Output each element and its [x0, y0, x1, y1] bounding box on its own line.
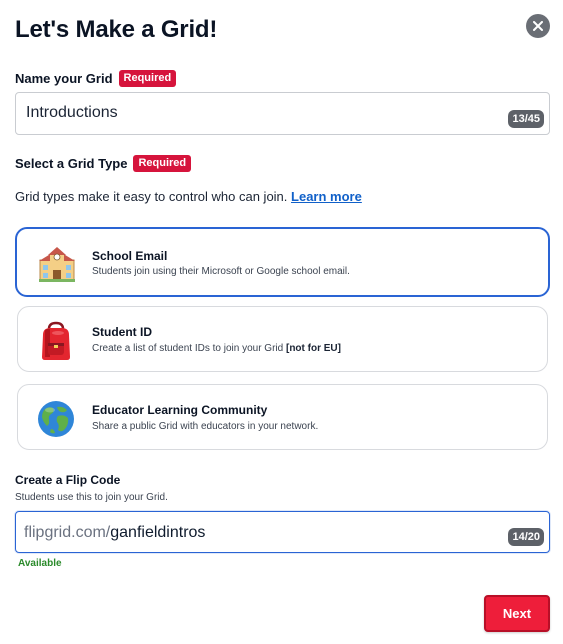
globe-icon [38, 401, 74, 437]
flip-code-prefix: flipgrid.com/ [24, 524, 111, 541]
required-badge: Required [118, 70, 177, 87]
name-label-row: Name your Grid Required [15, 70, 177, 87]
option-subtitle: Students join using their Microsoft or G… [92, 266, 350, 277]
option-subtitle-text: Create a list of student IDs to join you… [92, 343, 284, 354]
dialog-title: Let's Make a Grid! [15, 16, 218, 43]
learn-more-link[interactable]: Learn more [291, 189, 362, 204]
grid-name-counter: 13/45 [508, 110, 544, 128]
close-button[interactable] [526, 14, 550, 38]
flip-code-label: Create a Flip Code [15, 473, 121, 487]
grid-type-option-school-email[interactable]: School Email Students join using their M… [15, 227, 550, 297]
option-subtitle-note: [not for EU] [285, 343, 341, 354]
option-title: Student ID [92, 325, 152, 339]
required-badge: Required [133, 155, 192, 172]
flip-code-value[interactable]: ganfieldintros [110, 524, 205, 541]
grid-type-description: Grid types make it easy to control who c… [15, 189, 362, 204]
close-icon [533, 21, 543, 31]
next-button[interactable]: Next [484, 595, 550, 632]
backpack-icon [42, 321, 70, 360]
option-title: Educator Learning Community [92, 403, 268, 417]
option-title: School Email [92, 249, 168, 263]
option-subtitle: Create a list of student IDs to join you… [92, 343, 341, 354]
grid-type-label-row: Select a Grid Type Required [15, 155, 192, 172]
flip-code-input[interactable]: flipgrid.com/ganfieldintros 14/20 [15, 511, 550, 553]
flip-code-field[interactable]: flipgrid.com/ganfieldintros [24, 524, 205, 542]
grid-type-option-student-id[interactable]: Student ID Create a list of student IDs … [17, 306, 548, 372]
grid-type-label: Select a Grid Type [15, 156, 128, 171]
flip-code-help: Students use this to join your Grid. [15, 492, 168, 503]
flip-code-counter: 14/20 [508, 528, 544, 546]
option-subtitle: Share a public Grid with educators in yo… [92, 421, 319, 432]
grid-name-value[interactable]: Introductions [26, 104, 118, 122]
flip-code-status: Available [18, 558, 62, 569]
school-icon [39, 247, 75, 282]
grid-type-description-text: Grid types make it easy to control who c… [15, 189, 288, 204]
grid-type-option-educator-community[interactable]: Educator Learning Community Share a publ… [17, 384, 548, 450]
name-label: Name your Grid [15, 71, 113, 86]
grid-name-input[interactable]: Introductions 13/45 [15, 92, 550, 135]
